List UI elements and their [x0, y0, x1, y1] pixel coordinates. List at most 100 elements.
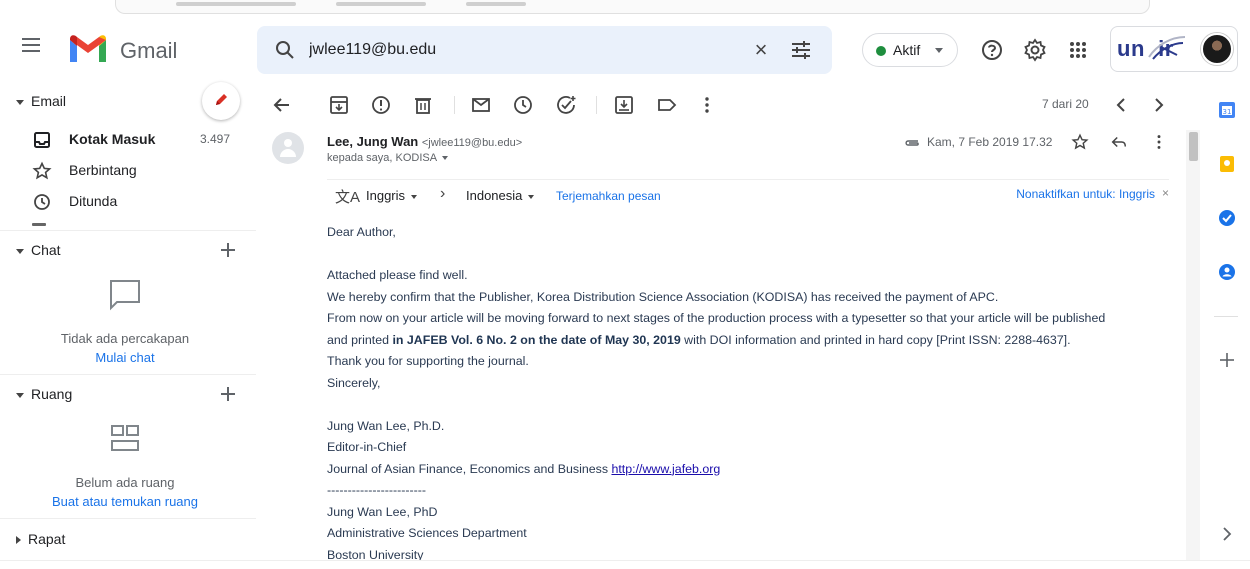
chevron-down-icon [935, 48, 943, 53]
source-language-label: Inggris [366, 188, 406, 203]
message-date: Kam, 7 Feb 2019 17.32 [927, 135, 1053, 149]
body-line: Thank you for supporting the journal. [327, 354, 529, 368]
body-line: We hereby confirm that the Publisher, Ko… [327, 289, 999, 304]
find-room-link[interactable]: Buat atau temukan ruang [0, 494, 250, 509]
sidebar-item-snoozed[interactable]: Ditunda [0, 186, 256, 218]
body-spacer [327, 244, 1169, 266]
rooms-section-header[interactable]: Ruang [16, 386, 72, 402]
body-line: Sincerely, [327, 375, 381, 390]
move-to-icon[interactable] [613, 94, 635, 116]
message-body: Dear Author, Attached please find well. … [327, 222, 1169, 560]
org-emblem-icon [1148, 36, 1186, 60]
disable-translate-link[interactable]: Nonaktifkan untuk: Inggris [1016, 187, 1155, 201]
star-icon[interactable] [1071, 133, 1089, 151]
browser-strip [0, 0, 1250, 16]
keep-notes-icon[interactable] [1217, 154, 1237, 174]
message-view: Lee, Jung Wan <jwlee119@bu.edu> kepada s… [258, 130, 1180, 560]
scrollbar-thumb[interactable] [1189, 132, 1198, 161]
translate-message-link[interactable]: Terjemahkan pesan [556, 189, 661, 203]
main-menu-icon[interactable] [22, 38, 40, 56]
right-side-panel: 31 [1200, 80, 1250, 569]
sender-line: Lee, Jung Wan <jwlee119@bu.edu> [327, 134, 522, 149]
recipients-text: kepada saya, KODISA [327, 152, 438, 164]
chevron-left-icon[interactable] [1110, 94, 1132, 116]
pagination-count: 7 dari 20 [1042, 97, 1089, 111]
back-arrow-icon[interactable] [271, 94, 293, 116]
gmail-window: Gmail × Aktif [0, 0, 1250, 569]
chevron-right-icon[interactable] [1148, 94, 1170, 116]
tasks-icon[interactable] [1217, 208, 1237, 228]
sidebar-item-inbox[interactable]: Kotak Masuk 3.497 [0, 124, 256, 156]
body-line: Jung Wan Lee, Ph.D. [327, 418, 445, 433]
search-options-icon[interactable] [789, 38, 813, 62]
delete-icon[interactable] [412, 94, 434, 116]
target-language-select[interactable]: Indonesia [466, 188, 535, 203]
rooms-grid-icon [111, 425, 139, 451]
meet-section-header[interactable]: Rapat [16, 531, 65, 547]
search-box: × [257, 26, 832, 74]
close-icon[interactable]: × [1162, 186, 1169, 200]
message-toolbar: 7 dari 20 [258, 80, 1180, 130]
message-scrollbar[interactable] [1186, 130, 1200, 560]
sidebar-item-label: Ditunda [69, 193, 118, 209]
apps-grid-icon[interactable] [1066, 38, 1090, 62]
search-input[interactable] [309, 38, 729, 62]
body-text: with DOI information and printed in hard… [680, 332, 1071, 347]
snooze-clock-icon[interactable] [512, 94, 534, 116]
more-vertical-icon[interactable] [696, 94, 718, 116]
gmail-wordmark: Gmail [120, 38, 178, 63]
source-language-select[interactable]: Inggris [366, 188, 418, 203]
top-header: Gmail × Aktif [0, 16, 1250, 80]
unread-count: 3.497 [199, 132, 230, 146]
compose-button[interactable] [202, 82, 240, 120]
collapse-arrow-icon [16, 248, 24, 254]
sender-name[interactable]: Lee, Jung Wan [327, 134, 418, 149]
sender-avatar[interactable] [272, 132, 304, 164]
body-line: and printed in JAFEB Vol. 6 No. 2 on the… [327, 330, 1169, 352]
label-icon[interactable] [656, 94, 678, 116]
section-divider [0, 374, 256, 375]
body-text: Journal of Asian Finance, Economics and … [327, 461, 612, 476]
sidebar-item-starred[interactable]: Berbintang [0, 155, 256, 187]
calendar-icon[interactable]: 31 [1217, 100, 1237, 120]
recipients-toggle[interactable]: kepada saya, KODISA [327, 152, 449, 164]
account-switcher[interactable]: un ir [1110, 26, 1238, 72]
chevron-down-icon [411, 194, 418, 199]
contacts-icon[interactable] [1217, 262, 1237, 282]
archive-icon[interactable] [328, 94, 350, 116]
avatar[interactable] [1201, 33, 1233, 65]
journal-link[interactable]: http://www.jafeb.org [611, 462, 720, 476]
body-text: and printed [327, 332, 393, 347]
reply-icon[interactable] [1110, 133, 1128, 151]
inbox-icon [34, 132, 50, 148]
body-line: Boston University [327, 547, 424, 561]
body-line: Attached please find well. [327, 268, 468, 282]
add-addon-plus-icon[interactable] [1217, 350, 1237, 370]
chevron-down-icon [528, 194, 535, 199]
status-selector[interactable]: Aktif [862, 33, 958, 67]
chat-empty-text: Tidak ada percakapan [60, 331, 190, 346]
section-divider [0, 518, 256, 519]
help-icon[interactable] [980, 38, 1004, 62]
browser-bar [115, 0, 1150, 14]
more-vertical-icon[interactable] [1150, 133, 1168, 151]
new-room-plus-icon[interactable] [219, 385, 237, 403]
email-section-header[interactable]: Email [16, 93, 66, 109]
chat-bubble-icon [110, 280, 140, 311]
report-spam-icon[interactable] [370, 94, 392, 116]
arrow-right-icon: › [440, 185, 446, 202]
mark-unread-icon[interactable] [470, 94, 492, 116]
chat-section-header[interactable]: Chat [16, 242, 61, 258]
star-icon [32, 161, 52, 180]
start-chat-link[interactable]: Mulai chat [0, 350, 250, 365]
body-line: Jung Wan Lee, PhD [327, 504, 438, 519]
body-spacer [327, 394, 1169, 416]
new-chat-plus-icon[interactable] [219, 241, 237, 259]
settings-gear-icon[interactable] [1023, 38, 1047, 62]
gmail-logo-icon[interactable] [68, 34, 108, 64]
clear-search-icon[interactable]: × [749, 38, 773, 62]
collapse-arrow-icon [16, 99, 24, 105]
expand-panel-chevron-icon[interactable] [1217, 524, 1237, 544]
search-icon[interactable] [275, 40, 295, 60]
add-task-icon[interactable] [555, 94, 577, 116]
